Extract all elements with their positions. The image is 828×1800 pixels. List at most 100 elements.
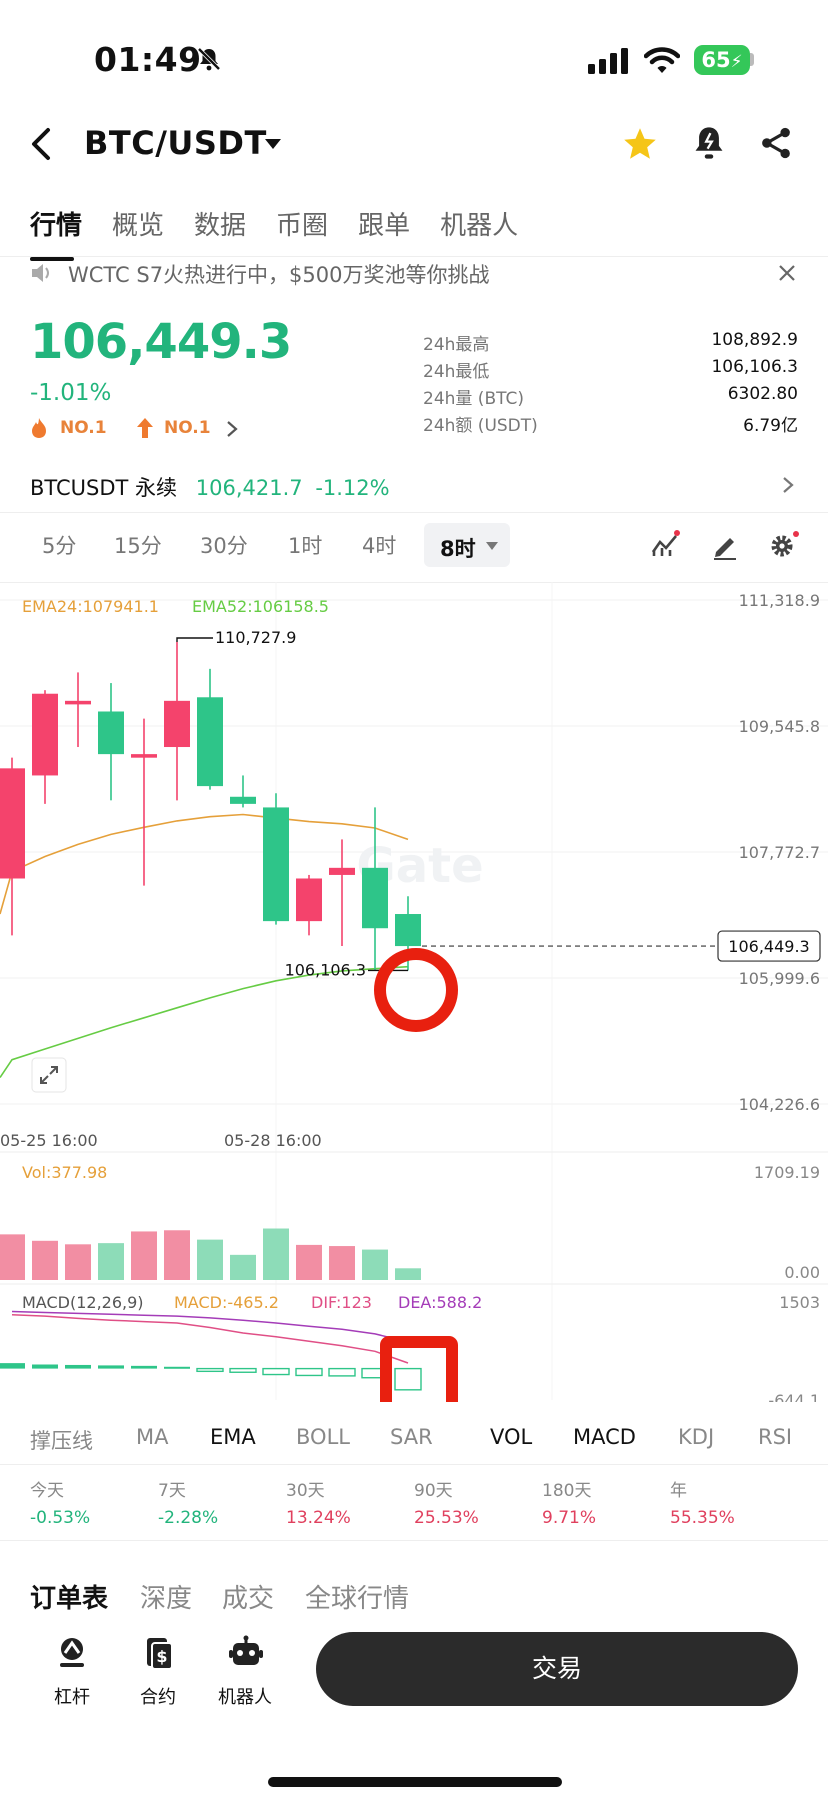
volume-y-min: 0.00 — [784, 1263, 820, 1282]
fullscreen-button[interactable] — [31, 1057, 67, 1093]
macd-histogram-bar — [196, 1367, 224, 1373]
chevron-right-icon[interactable] — [226, 420, 238, 438]
candle-body — [230, 796, 256, 804]
bot-label[interactable]: 机器人 — [205, 1683, 285, 1709]
contract-label[interactable]: 合约 — [118, 1683, 198, 1709]
macd-value: MACD:-465.2 — [174, 1293, 279, 1312]
indicators-icon[interactable] — [650, 530, 680, 560]
macd-histogram-bar — [0, 1363, 25, 1369]
indicator-boll[interactable]: BOLL — [296, 1425, 350, 1449]
battery-level: 65 — [701, 48, 731, 72]
indicator-rsi[interactable]: RSI — [758, 1425, 792, 1449]
indicator-ema[interactable]: EMA — [210, 1425, 256, 1449]
cellular-signal-icon — [588, 48, 628, 74]
candle-body — [395, 914, 421, 947]
volume-bar — [65, 1244, 91, 1280]
perpetual-row[interactable]: BTCUSDT 永续 106,421.7 -1.12% — [30, 472, 390, 502]
highlight-circle-marker — [374, 948, 458, 1032]
perpetual-change: -1.12% — [315, 476, 390, 500]
tab-bots[interactable]: 机器人 — [440, 205, 518, 242]
tab-data[interactable]: 数据 — [194, 205, 246, 242]
interval-15m[interactable]: 15分 — [114, 530, 162, 560]
volume-legend: Vol:377.98 — [22, 1163, 107, 1182]
hot-rank[interactable]: NO.1 — [60, 418, 107, 438]
home-indicator[interactable] — [268, 1777, 562, 1787]
perf-value-90d: 25.53% — [414, 1508, 479, 1528]
y-tick-label: 111,318.9 — [739, 591, 820, 610]
status-time: 01:49 — [94, 40, 202, 79]
stat-value-turnover: 6.79亿 — [743, 416, 798, 436]
gainer-rank[interactable]: NO.1 — [164, 418, 211, 438]
tab-order-book[interactable]: 订单表 — [30, 1578, 108, 1615]
close-icon[interactable] — [778, 264, 796, 282]
candlestick-chart[interactable]: Gate EMA24:107941.1 EMA52:106158.5 111,3… — [0, 582, 828, 1402]
interval-8h[interactable]: 8时 — [424, 523, 510, 567]
stat-value-low: 106,106.3 — [711, 357, 798, 377]
tabs-divider — [0, 256, 828, 257]
draw-tool-icon[interactable] — [710, 530, 740, 560]
perp-divider — [0, 512, 828, 513]
perf-label-180d: 180天 — [542, 1481, 592, 1501]
candle-body — [296, 878, 322, 922]
y-tick-label: 107,772.7 — [739, 843, 820, 862]
perpetual-price: 106,421.7 — [195, 476, 303, 500]
volume-y-max: 1709.19 — [754, 1163, 820, 1182]
perf-label-30d: 30天 — [286, 1481, 325, 1501]
announcement-text[interactable]: WCTC S7火热进行中，$500万奖池等你挑战 — [68, 259, 490, 289]
tab-trades[interactable]: 成交 — [222, 1578, 274, 1615]
contract-icon[interactable]: $ — [142, 1635, 176, 1671]
macd-panel — [0, 1310, 422, 1391]
indicator-support-resistance[interactable]: 撑压线 — [30, 1425, 93, 1455]
svg-text:$: $ — [156, 1647, 167, 1666]
chevron-right-icon[interactable] — [782, 476, 794, 494]
perf-value-30d: 13.24% — [286, 1508, 351, 1528]
robot-icon[interactable] — [228, 1635, 264, 1671]
tab-global-market[interactable]: 全球行情 — [305, 1578, 409, 1615]
high-price-label: 110,727.9 — [215, 628, 296, 647]
tab-market[interactable]: 行情 — [30, 205, 82, 261]
speaker-icon — [32, 264, 49, 282]
candle-body — [0, 768, 25, 879]
indicator-ma[interactable]: MA — [136, 1425, 168, 1449]
interval-5m[interactable]: 5分 — [42, 530, 76, 560]
macd-histogram-bar — [164, 1366, 190, 1369]
interval-4h[interactable]: 4时 — [362, 530, 396, 560]
leverage-icon[interactable] — [54, 1635, 90, 1671]
silent-mode-icon — [197, 47, 221, 71]
leverage-label[interactable]: 杠杆 — [32, 1683, 112, 1709]
indicator-divider — [0, 1464, 828, 1465]
tab-copy-trading[interactable]: 跟单 — [358, 205, 410, 242]
candle-body — [164, 700, 190, 748]
indicator-kdj[interactable]: KDJ — [678, 1425, 714, 1449]
perf-label-7d: 7天 — [158, 1481, 186, 1501]
settings-gear-icon[interactable] — [768, 530, 800, 560]
ema24-line — [0, 813, 409, 915]
tab-community[interactable]: 币圈 — [276, 205, 328, 242]
volume-bar — [395, 1268, 421, 1280]
price-alert-icon[interactable] — [692, 124, 726, 162]
x-label-2: 05-28 16:00 — [224, 1131, 322, 1150]
macd-histogram-bar — [229, 1367, 257, 1373]
interval-1h[interactable]: 1时 — [288, 530, 322, 560]
candle-body — [32, 693, 58, 776]
volume-bar — [230, 1254, 256, 1280]
candles — [0, 641, 421, 971]
indicator-vol[interactable]: VOL — [490, 1425, 532, 1449]
trade-button[interactable]: 交易 — [316, 1632, 798, 1706]
tab-depth[interactable]: 深度 — [140, 1578, 192, 1615]
macd-histogram-bar — [295, 1367, 323, 1377]
pair-title[interactable]: BTC/USDT — [84, 124, 267, 162]
macd-histogram-bar — [32, 1364, 58, 1369]
volume-bar — [362, 1249, 388, 1280]
macd-histogram-bar — [131, 1365, 157, 1369]
tab-overview[interactable]: 概览 — [112, 205, 164, 242]
indicator-macd[interactable]: MACD — [573, 1425, 636, 1449]
interval-30m[interactable]: 30分 — [200, 530, 248, 560]
back-arrow-icon[interactable] — [28, 126, 54, 162]
favorite-star-icon[interactable] — [622, 126, 658, 162]
chevron-down-icon[interactable] — [264, 138, 282, 150]
share-icon[interactable] — [760, 126, 792, 160]
perf-label-90d: 90天 — [414, 1481, 453, 1501]
indicator-sar[interactable]: SAR — [390, 1425, 433, 1449]
battery-tip — [750, 53, 754, 66]
